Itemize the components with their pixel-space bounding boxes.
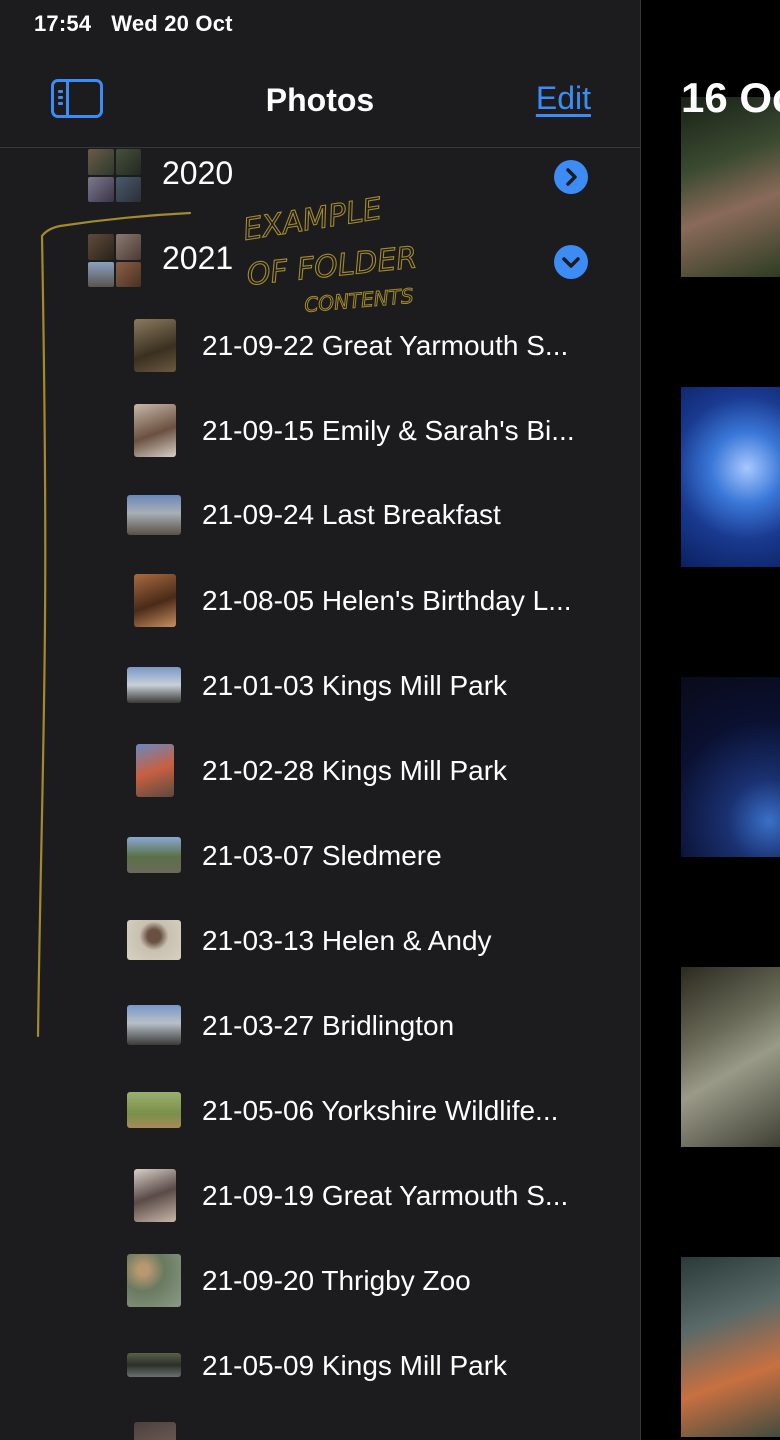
album-label: 21-02-28 Kings Mill Park: [202, 755, 508, 786]
album-item[interactable]: 21-01-03 Kings Mill Park: [0, 659, 640, 744]
year-folder-2021[interactable]: 2021: [0, 234, 640, 319]
album-thumbnail: [127, 667, 181, 703]
year-folder-2020[interactable]: 2020: [0, 149, 640, 234]
album-thumbnail: [134, 319, 176, 372]
year-label: 2021: [162, 240, 234, 276]
photo-thumbnail[interactable]: [681, 677, 780, 857]
album-thumbnail: [134, 404, 176, 457]
album-label: 21-03-07 Sledmere: [202, 840, 442, 871]
album-item[interactable]: 21-02-28 Kings Mill Park: [0, 744, 640, 829]
section-heading: 16 Oc: [681, 74, 780, 121]
album-thumbnail: [127, 1005, 181, 1045]
split-view-divider[interactable]: [640, 0, 641, 1440]
folder-thumbnail: [88, 149, 141, 202]
album-thumbnail: [134, 1169, 176, 1222]
album-label: 21-03-27 Bridlington: [202, 1010, 455, 1041]
album-item[interactable]: 21-03-13 Helen & Andy: [0, 914, 640, 999]
album-item[interactable]: 21-09-22 Great Yarmouth S...: [0, 319, 640, 404]
album-thumbnail: [134, 1422, 176, 1440]
album-label: 21-09-15 Emily & Sarah's Bi...: [202, 415, 575, 446]
album-item[interactable]: 21-05-06 Yorkshire Wildlife...: [0, 1084, 640, 1169]
album-label: 21-01-03 Kings Mill Park: [202, 670, 508, 701]
album-label: 21-09-20 Thrigby Zoo: [202, 1265, 471, 1296]
album-label: 21-08-05 Helen's Birthday L...: [202, 585, 572, 616]
photo-thumbnail[interactable]: [681, 97, 780, 277]
album-item[interactable]: 21-09-20 Thrigby Zoo: [0, 1254, 640, 1339]
album-item[interactable]: 21-03-27 Bridlington: [0, 999, 640, 1084]
album-item[interactable]: 21-09-15 Emily & Sarah's Bi...: [0, 404, 640, 489]
album-item[interactable]: 21-03-07 Sledmere: [0, 829, 640, 914]
album-thumbnail: [134, 574, 176, 627]
chevron-right-icon[interactable]: [554, 160, 588, 194]
status-bar: 17:54 Wed 20 Oct: [34, 11, 233, 37]
album-item[interactable]: 21-08-05 Helen's Birthday L...: [0, 574, 640, 659]
album-label: 21-09-24 Last Breakfast: [202, 499, 501, 530]
photo-thumbnail[interactable]: [681, 967, 780, 1147]
folder-thumbnail: [88, 234, 141, 287]
album-item[interactable]: 21-05-09 Kings Mill Park: [0, 1339, 640, 1424]
status-time: 17:54: [34, 11, 92, 36]
status-date: Wed 20 Oct: [111, 11, 233, 36]
photo-thumbnail[interactable]: [681, 1257, 780, 1437]
album-item[interactable]: 21-09-24 Last Breakfast: [0, 489, 640, 574]
album-thumbnail: [127, 837, 181, 873]
photo-thumbnail[interactable]: [681, 387, 780, 567]
edit-button[interactable]: Edit: [536, 80, 591, 117]
album-thumbnail: [127, 1254, 181, 1307]
chevron-down-icon[interactable]: [554, 245, 588, 279]
album-label: 21-05-09 Kings Mill Park: [202, 1350, 508, 1381]
album-thumbnail: [127, 1092, 181, 1128]
album-thumbnail: [136, 744, 174, 797]
album-label: 21-03-13 Helen & Andy: [202, 925, 492, 956]
album-label: 21-05-06 Yorkshire Wildlife...: [202, 1095, 559, 1126]
album-thumbnail: [127, 495, 181, 535]
album-thumbnail: [127, 920, 181, 960]
navigation-bar: Photos Edit: [0, 56, 640, 148]
album-thumbnail: [127, 1353, 181, 1377]
album-item[interactable]: 21-09-19 Great Yarmouth S...: [0, 1169, 640, 1254]
album-item[interactable]: [0, 1422, 640, 1440]
album-label: 21-09-22 Great Yarmouth S...: [202, 330, 569, 361]
sidebar: 17:54 Wed 20 Oct Photos Edit 2020 2021 2…: [0, 0, 640, 1440]
year-label: 2020: [162, 155, 234, 191]
album-label: 21-09-19 Great Yarmouth S...: [202, 1180, 569, 1211]
